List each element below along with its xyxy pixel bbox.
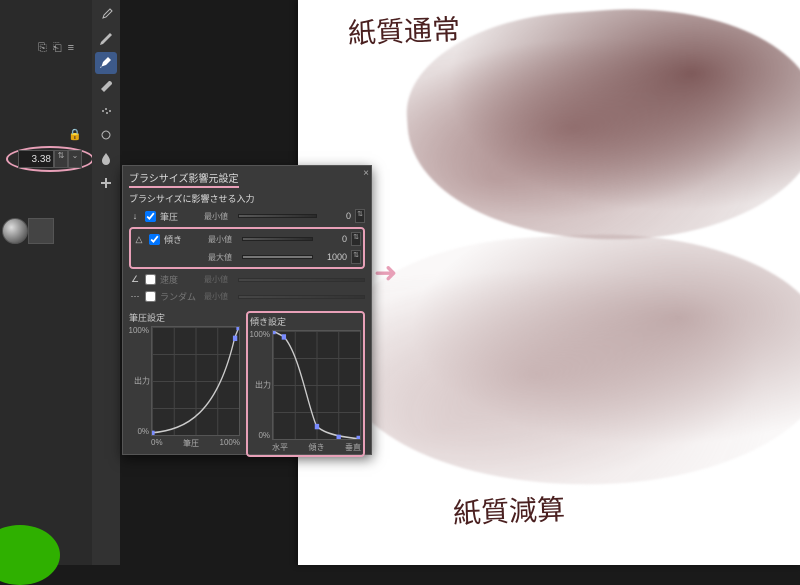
row-pressure: ↓ 筆圧 最小値 0 ⇅	[129, 207, 365, 225]
popup-title: ブラシサイズ影響元設定	[129, 170, 239, 188]
decoration-icon[interactable]	[95, 124, 117, 146]
pen-icon[interactable]	[95, 52, 117, 74]
speed-icon: ∠	[129, 274, 141, 285]
tilt-curve-highlight: 傾き設定 100% 0% 出力	[246, 311, 365, 457]
random-icon: ⋯	[129, 291, 141, 302]
pressure-min-stepper[interactable]: ⇅	[355, 209, 365, 223]
lock-icon[interactable]: 🔒	[68, 128, 82, 141]
tilt-min-slider[interactable]	[242, 237, 313, 241]
add-icon[interactable]	[95, 172, 117, 194]
color-preview	[0, 525, 60, 585]
pressure-curve[interactable]: 出力	[151, 326, 240, 436]
tilt-min-stepper[interactable]: ⇅	[351, 232, 361, 246]
random-slider	[238, 295, 365, 299]
tools-strip	[92, 0, 120, 565]
random-checkbox[interactable]	[145, 291, 156, 302]
brush-size-input[interactable]	[18, 150, 54, 168]
handwriting-bottom: 紙質減算	[452, 488, 565, 532]
tilt-max-slider[interactable]	[242, 255, 313, 259]
tilt-curve[interactable]: 出力	[272, 330, 361, 440]
row-speed: ∠ 速度 最小値	[129, 271, 365, 288]
pressure-curve-block: 筆圧設定 100% 0% 出力 0% 筆圧	[129, 311, 240, 457]
row-random: ⋯ ランダム 最小値	[129, 288, 365, 305]
speed-checkbox[interactable]	[145, 274, 156, 285]
brush-size-highlight: ⇅ ⌄	[6, 146, 94, 172]
tilt-icon: △	[133, 234, 145, 245]
pressure-icon: ↓	[129, 211, 141, 221]
menu-icon[interactable]: ≡	[68, 42, 74, 55]
pencil-icon[interactable]	[95, 28, 117, 50]
size-dropdown[interactable]: ⌄	[68, 150, 82, 168]
size-stepper[interactable]: ⇅	[54, 150, 68, 168]
row-tilt-max: 最大値 1000 ⇅	[133, 248, 361, 266]
handwriting-top: 紙質通常	[347, 8, 460, 52]
airbrush-icon[interactable]	[95, 100, 117, 122]
import-icon[interactable]: ⎗	[53, 42, 62, 55]
tilt-checkbox[interactable]	[149, 234, 160, 245]
export-icon[interactable]: ⎘	[38, 42, 47, 55]
inputs-label: ブラシサイズに影響させる入力	[129, 192, 365, 205]
blur-icon[interactable]	[95, 148, 117, 170]
paint-stroke-bottom	[332, 222, 800, 497]
tilt-max-stepper[interactable]: ⇅	[351, 250, 361, 264]
color-swatches	[2, 218, 54, 244]
curves: 筆圧設定 100% 0% 出力 0% 筆圧	[129, 311, 365, 457]
color-swatch-flat[interactable]	[28, 218, 54, 244]
row-tilt: △ 傾き 最小値 0 ⇅	[133, 230, 361, 248]
brush-size-dynamics-popup: × ブラシサイズ影響元設定 ブラシサイズに影響させる入力 ↓ 筆圧 最小値 0 …	[122, 165, 372, 455]
left-panel: ⎘ ⎗ ≡ 🔒 ⇅ ⌄	[0, 0, 92, 565]
brush-icon[interactable]	[95, 76, 117, 98]
color-swatch-sphere[interactable]	[2, 218, 28, 244]
arrow-icon: ➜	[374, 256, 397, 289]
pressure-checkbox[interactable]	[145, 211, 156, 222]
speed-slider	[238, 278, 365, 282]
tilt-highlight: △ 傾き 最小値 0 ⇅ 最大値 1000 ⇅	[129, 227, 365, 269]
pressure-min-slider[interactable]	[238, 214, 317, 218]
eyedropper-icon[interactable]	[95, 4, 117, 26]
paint-stroke-top	[400, 0, 800, 254]
